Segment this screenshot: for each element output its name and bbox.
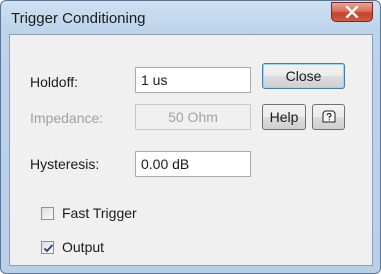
holdoff-input[interactable]: 1 us [135, 67, 251, 93]
output-checkbox[interactable] [41, 241, 54, 254]
impedance-button: 50 Ohm [135, 104, 251, 130]
close-x-icon [345, 6, 359, 18]
dialog-body: Holdoff: 1 us Impedance: 50 Ohm Hysteres… [9, 34, 373, 266]
impedance-label: Impedance: [30, 110, 104, 126]
output-label[interactable]: Output [62, 239, 104, 255]
fast-trigger-label[interactable]: Fast Trigger [62, 205, 137, 221]
holdoff-label: Holdoff: [30, 74, 78, 90]
dialog-window: Trigger Conditioning Holdoff: 1 us Imped… [0, 0, 381, 274]
hysteresis-label: Hysteresis: [30, 156, 100, 172]
title-bar[interactable]: Trigger Conditioning [1, 1, 380, 33]
hysteresis-input[interactable]: 0.00 dB [135, 151, 251, 177]
window-close-button[interactable] [331, 2, 373, 22]
context-help-button[interactable] [312, 104, 345, 130]
close-button[interactable]: Close [262, 63, 345, 89]
checkmark-icon [43, 244, 54, 253]
fast-trigger-checkbox[interactable] [41, 207, 54, 220]
window-title: Trigger Conditioning [11, 10, 146, 27]
help-button[interactable]: Help [262, 104, 306, 130]
context-help-icon [322, 110, 336, 123]
